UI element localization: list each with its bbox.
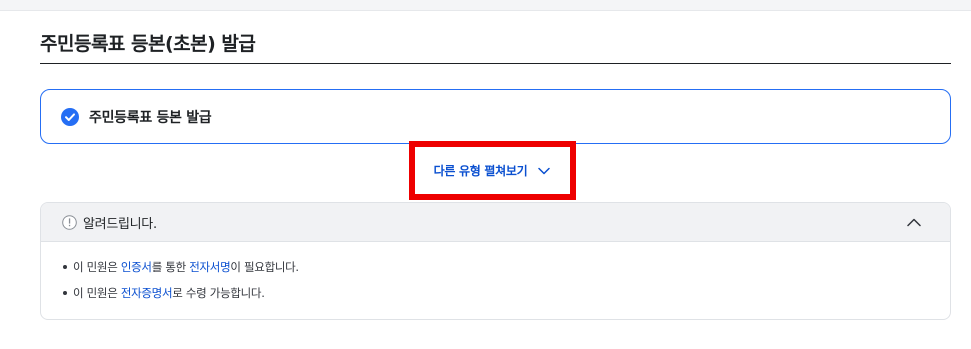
highlight-e-certificate: 전자증명서 (120, 286, 173, 300)
bullet (63, 265, 67, 269)
option-label: 주민등록표 등본 발급 (89, 109, 212, 126)
chevron-down-icon (537, 164, 551, 178)
notice-header[interactable]: 알려드립니다. (41, 203, 950, 242)
notice-text: 이 민원은 (73, 260, 121, 274)
top-utility-strip (0, 0, 971, 11)
highlight-e-signature: 전자서명 (189, 260, 231, 274)
expand-other-types-button[interactable]: 다른 유형 펼쳐보기 (409, 141, 576, 200)
chevron-up-icon[interactable] (906, 215, 922, 229)
notice-body: 이 민원은 인증서를 통한 전자서명이 필요합니다. 이 민원은 전자증명서로 … (41, 242, 950, 311)
notice-text: 이 필요합니다. (230, 260, 299, 274)
list-item: 이 민원은 인증서를 통한 전자서명이 필요합니다. (63, 259, 950, 285)
notice-text: 로 수령 가능합니다. (172, 286, 265, 300)
info-icon (62, 214, 77, 230)
notice-panel: 알려드립니다. 이 민원은 인증서를 통한 전자서명이 필요합니다. 이 민원은… (40, 202, 951, 320)
option-card-resident-copy[interactable]: 주민등록표 등본 발급 (40, 89, 951, 144)
notice-text: 이 민원은 (73, 286, 121, 300)
bullet (63, 291, 67, 295)
page-title: 주민등록표 등본(초본) 발급 (40, 33, 256, 55)
check-circle-icon (61, 107, 79, 126)
expand-label: 다른 유형 펼쳐보기 (433, 164, 528, 178)
list-item: 이 민원은 전자증명서로 수령 가능합니다. (63, 285, 950, 311)
notice-title: 알려드립니다. (83, 216, 157, 232)
title-divider (40, 63, 951, 64)
notice-text: 를 통한 (151, 260, 190, 274)
highlight-certificate: 인증서 (120, 260, 152, 274)
